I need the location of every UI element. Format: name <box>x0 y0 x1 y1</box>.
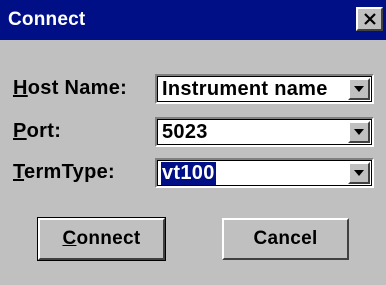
close-icon <box>364 13 376 25</box>
port-combo[interactable]: 5023 <box>155 117 374 147</box>
termtype-label-text: ermType: <box>24 161 115 183</box>
connect-button-label: onnect <box>76 228 141 249</box>
chevron-down-icon <box>354 86 364 92</box>
chevron-down-icon <box>354 129 364 135</box>
termtype-dropdown-button[interactable] <box>348 162 370 184</box>
cancel-button-label: Cancel <box>253 228 318 249</box>
port-value[interactable]: 5023 <box>162 121 208 144</box>
port-mnemonic: P <box>13 120 27 142</box>
host-name-dropdown-button[interactable] <box>348 78 370 100</box>
termtype-value[interactable]: vt100 <box>161 162 216 185</box>
dialog-title: Connect <box>8 9 86 30</box>
connect-button[interactable]: Connect <box>37 217 166 261</box>
title-bar[interactable]: Connect <box>0 0 386 40</box>
host-name-mnemonic: H <box>13 77 28 99</box>
connect-mnemonic: C <box>62 228 77 249</box>
host-name-label: Host Name: <box>13 77 127 100</box>
host-name-label-text: ost Name: <box>27 77 128 99</box>
close-button[interactable] <box>356 7 383 31</box>
port-label-text: ort: <box>26 120 62 142</box>
termtype-mnemonic: T <box>13 161 25 183</box>
termtype-combo[interactable]: vt100 <box>155 158 374 188</box>
port-dropdown-button[interactable] <box>348 121 370 143</box>
termtype-label: TermType: <box>13 161 115 184</box>
host-name-combo[interactable]: Instrument name <box>155 74 374 104</box>
host-name-value[interactable]: Instrument name <box>162 78 328 101</box>
chevron-down-icon <box>354 170 364 176</box>
port-label: Port: <box>13 120 61 143</box>
connect-dialog: Connect Host Name: Instrument name Port:… <box>0 0 386 285</box>
cancel-button[interactable]: Cancel <box>222 218 349 260</box>
